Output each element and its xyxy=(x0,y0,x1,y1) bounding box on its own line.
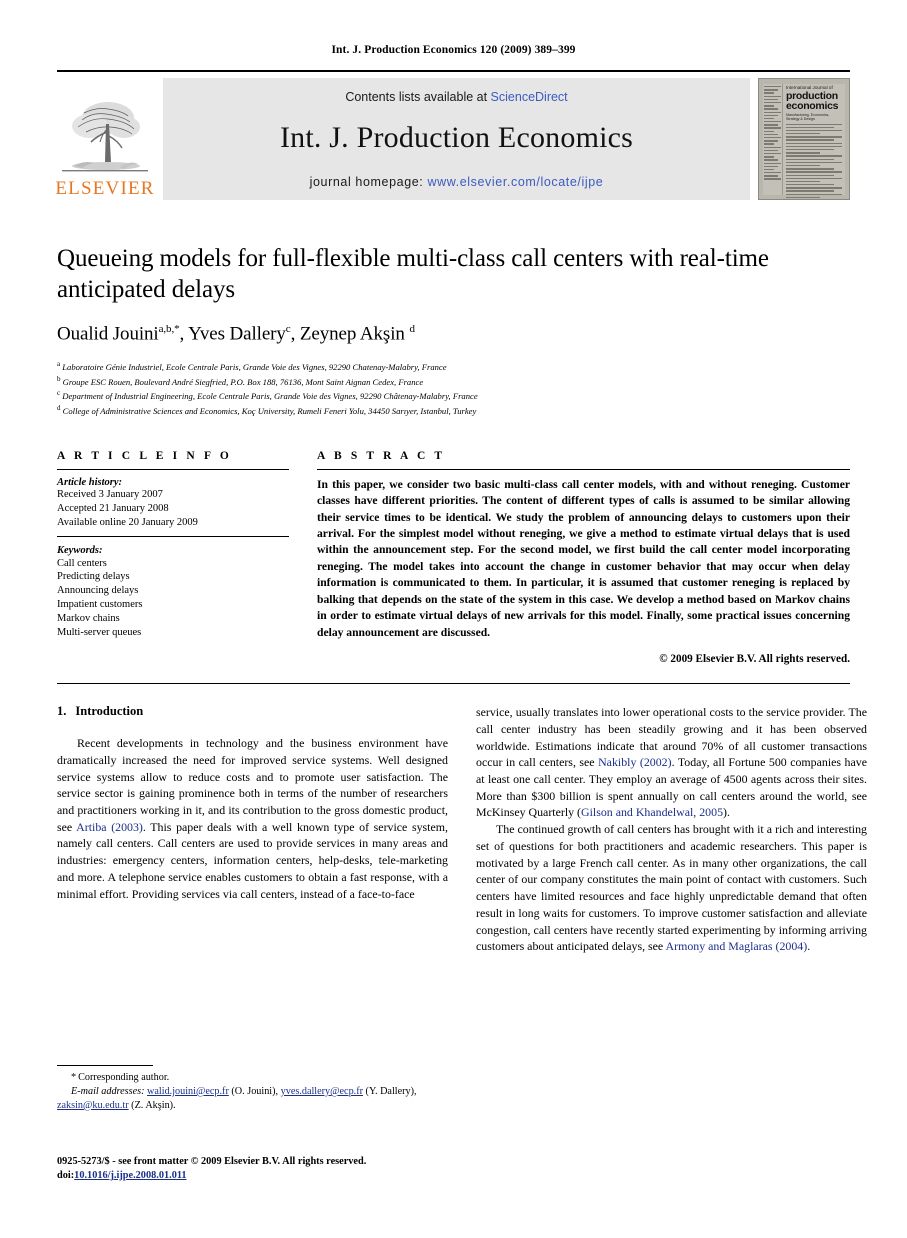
cover-main: International Journal of production econ… xyxy=(783,84,845,199)
title-block: Queueing models for full-flexible multi-… xyxy=(57,244,850,418)
email-addresses-note: E-mail addresses: walid.jouini@ecp.fr (O… xyxy=(57,1085,448,1113)
article-history-item: Accepted 21 January 2008 xyxy=(57,502,169,514)
cover-sidebar xyxy=(763,84,783,195)
body-columns: 1. Introduction Recent developments in te… xyxy=(57,704,867,955)
section-title-text: Introduction xyxy=(75,704,144,719)
asterisk-icon: * xyxy=(71,1072,77,1083)
journal-title: Int. J. Production Economics xyxy=(279,120,634,154)
affiliation-1-text: Groupe ESC Rouen, Boulevard André Siegfr… xyxy=(62,376,424,387)
banner-center: Contents lists available at ScienceDirec… xyxy=(163,78,750,200)
citation-link-gilson-khandelwal[interactable]: Gilson and Khandelwal, 2005 xyxy=(581,805,723,819)
keyword-item: Call centers xyxy=(57,557,107,569)
author-list: Oualid Jouinia,b,*, Yves Dalleryc, Zeyne… xyxy=(57,323,415,345)
corresponding-author-note: * Corresponding author. xyxy=(57,1071,448,1085)
email-owner-2: (Y. Dallery), xyxy=(363,1085,417,1097)
section-number: 1. xyxy=(57,704,67,719)
abstract-heading: A B S T R A C T xyxy=(317,449,446,462)
email-link-jouini[interactable]: walid.jouini@ecp.fr xyxy=(147,1086,229,1097)
doi-line: doi:10.1016/j.ijpe.2008.01.011 xyxy=(57,1169,477,1183)
divider xyxy=(317,468,850,470)
article-info-column: A R T I C L E I N F O Article history: R… xyxy=(57,450,289,666)
paragraph-text: . xyxy=(807,939,811,954)
email-addresses-label: E-mail addresses: xyxy=(71,1085,145,1097)
journal-cover-thumbnail: International Journal of production econ… xyxy=(758,78,850,200)
doi-prefix: doi: xyxy=(57,1170,75,1182)
email-owner-3: (Z. Akşin). xyxy=(128,1099,176,1111)
homepage-prefix: journal homepage: xyxy=(309,174,428,189)
body-left-column: 1. Introduction Recent developments in te… xyxy=(57,704,448,955)
affiliation-3-text: College of Administrative Sciences and E… xyxy=(62,405,477,416)
email-owner-1: (O. Jouini), xyxy=(228,1085,281,1097)
abstract-column: A B S T R A C T In this paper, we consid… xyxy=(317,449,850,666)
journal-homepage-link[interactable]: www.elsevier.com/locate/ijpe xyxy=(427,175,603,189)
author-1-name: Yves Dallery xyxy=(188,323,286,345)
page-title: Queueing models for full-flexible multi-… xyxy=(57,245,769,303)
author-1-marks: c xyxy=(285,323,291,335)
affiliation-item: b Groupe ESC Rouen, Boulevard André Sieg… xyxy=(57,374,850,389)
imprint-block: 0925-5273/$ - see front matter © 2009 El… xyxy=(57,1155,477,1183)
paragraph-intro-3: The continued growth of call centers has… xyxy=(476,821,867,955)
keywords-label: Keywords: xyxy=(57,544,103,556)
author-2-marks: d xyxy=(409,323,415,335)
citation-link-artiba[interactable]: Artiba (2003) xyxy=(76,820,143,834)
affiliation-item: a Laboratoire Génie Industriel, Ecole Ce… xyxy=(57,359,850,374)
cover-title-line3: economics xyxy=(786,99,839,112)
author-0-name: Oualid Jouini xyxy=(57,323,159,345)
affiliation-3-mark: d xyxy=(57,404,61,413)
journal-banner: ELSEVIER Contents lists available at Sci… xyxy=(55,70,850,200)
citation-link-nakibly[interactable]: Nakibly (2002) xyxy=(598,755,672,769)
keyword-item: Impatient customers xyxy=(57,599,143,611)
author-2-name: Zeynep Akşin xyxy=(299,323,405,345)
keyword-item: Predicting delays xyxy=(57,571,130,583)
article-history-item: Received 3 January 2007 xyxy=(57,488,163,500)
author-0-marks: a,b,* xyxy=(158,323,180,335)
paragraph-text: ). xyxy=(723,805,730,820)
affiliation-item: c Department of Industrial Engineering, … xyxy=(57,388,850,403)
email-link-aksin[interactable]: zaksin@ku.edu.tr xyxy=(57,1100,129,1111)
section-heading-introduction: 1. Introduction xyxy=(57,704,448,719)
paragraph-intro-2: service, usually translates into lower o… xyxy=(476,704,867,821)
abstract-text: In this paper, we consider two basic mul… xyxy=(317,477,850,639)
paper-page: Int. J. Production Economics 120 (2009) … xyxy=(0,0,907,1238)
body-right-column: service, usually translates into lower o… xyxy=(476,704,867,955)
info-abstract-row: A R T I C L E I N F O Article history: R… xyxy=(57,449,850,666)
paragraph-text: The continued growth of call centers has… xyxy=(476,822,867,954)
keyword-item: Multi-server queues xyxy=(57,627,142,639)
running-head: Int. J. Production Economics 120 (2009) … xyxy=(331,44,576,56)
email-link-dallery[interactable]: yves.dallery@ecp.fr xyxy=(281,1086,363,1097)
keyword-item: Markov chains xyxy=(57,613,120,625)
affiliation-1-mark: b xyxy=(57,374,61,383)
affiliation-2-text: Department of Industrial Engineering, Ec… xyxy=(62,391,478,402)
affiliation-2-mark: c xyxy=(57,389,61,398)
divider xyxy=(57,535,289,537)
paragraph-intro-1: Recent developments in technology and th… xyxy=(57,735,448,902)
affiliation-0-mark: a xyxy=(57,360,61,369)
affiliation-0-text: Laboratoire Génie Industriel, Ecole Cent… xyxy=(62,362,447,373)
sciencedirect-link[interactable]: ScienceDirect xyxy=(491,90,568,104)
elsevier-tree-icon xyxy=(62,94,148,178)
contents-available-line: Contents lists available at ScienceDirec… xyxy=(345,90,567,104)
divider xyxy=(57,468,289,470)
footnote-divider xyxy=(57,1065,153,1066)
abstract-copyright: © 2009 Elsevier B.V. All rights reserved… xyxy=(659,653,850,666)
article-info-heading: A R T I C L E I N F O xyxy=(57,449,232,462)
divider xyxy=(57,683,850,685)
article-history-label: Article history: xyxy=(57,476,123,488)
journal-homepage-line: journal homepage: www.elsevier.com/locat… xyxy=(310,175,604,189)
citation-link-armony-maglaras[interactable]: Armony and Maglaras (2004) xyxy=(666,939,808,953)
elsevier-wordmark: ELSEVIER xyxy=(55,178,155,199)
elsevier-logo: ELSEVIER xyxy=(55,78,155,200)
footnote-block: * Corresponding author. E-mail addresses:… xyxy=(57,1065,448,1113)
cover-subtitle: Manufacturing, Economics, Strategy & Des… xyxy=(786,112,830,121)
contents-prefix: Contents lists available at xyxy=(345,89,491,104)
affiliation-list: a Laboratoire Génie Industriel, Ecole Ce… xyxy=(57,359,850,417)
corresponding-author-text: Corresponding author. xyxy=(78,1072,170,1083)
article-history-item: Available online 20 January 2009 xyxy=(57,516,198,528)
doi-link[interactable]: 10.1016/j.ijpe.2008.01.011 xyxy=(74,1170,186,1181)
keyword-item: Announcing delays xyxy=(57,585,139,597)
issn-line: 0925-5273/$ - see front matter © 2009 El… xyxy=(57,1156,367,1167)
affiliation-item: d College of Administrative Sciences and… xyxy=(57,403,850,418)
